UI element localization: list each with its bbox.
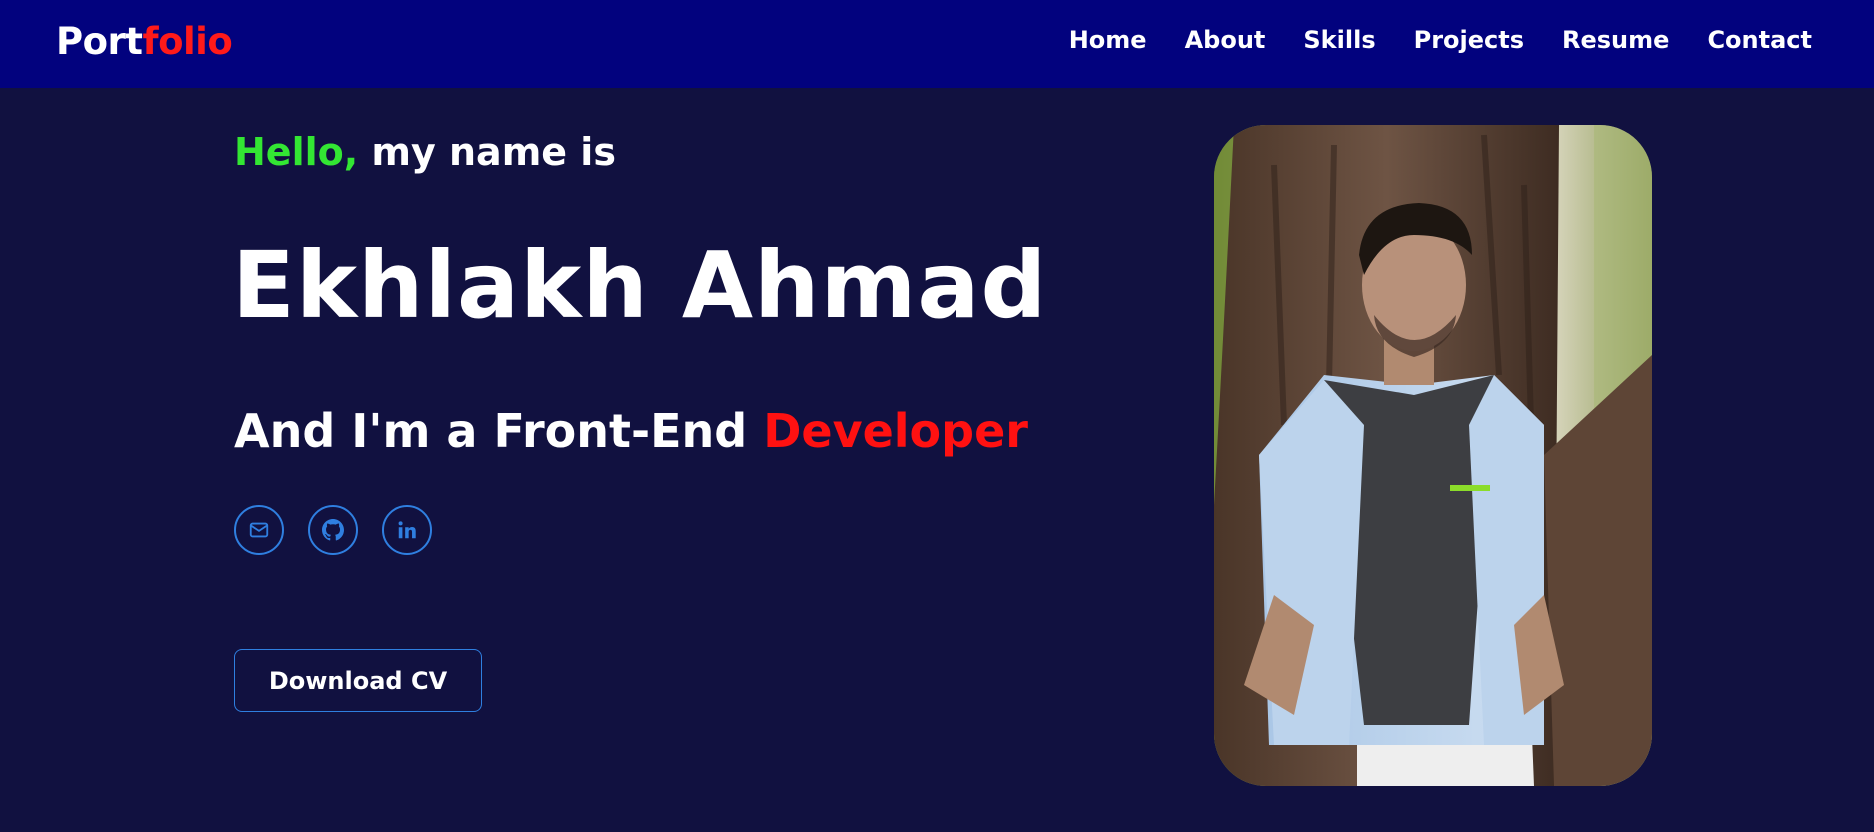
github-link[interactable] [308,505,358,555]
role-prefix: And I'm a Front-End [234,404,764,458]
hero-role: And I'm a Front-End Developer [234,404,1028,458]
nav-link-home[interactable]: Home [1069,26,1147,54]
nav-link-projects[interactable]: Projects [1414,26,1524,54]
profile-photo [1214,125,1652,786]
logo-text-part1: Port [56,20,143,63]
navbar: Portfolio Home About Skills Projects Res… [0,0,1874,88]
nav-link-skills[interactable]: Skills [1303,26,1375,54]
greeting-accent: Hello, [234,130,359,174]
github-icon [322,519,344,541]
mail-icon [249,522,269,538]
linkedin-link[interactable] [382,505,432,555]
email-link[interactable] [234,505,284,555]
greeting: Hello, my name is [234,130,616,174]
nav-link-about[interactable]: About [1185,26,1266,54]
nav-link-resume[interactable]: Resume [1562,26,1669,54]
nav-links: Home About Skills Projects Resume Contac… [1069,26,1812,54]
hero-name: Ekhlakh Ahmad [232,232,1048,339]
logo[interactable]: Portfolio [56,20,233,63]
greeting-rest: my name is [358,130,616,174]
profile-photo-illustration [1214,125,1652,786]
social-links [234,505,432,555]
nav-link-contact[interactable]: Contact [1707,26,1812,54]
linkedin-icon [398,521,416,539]
logo-text-part2: folio [142,20,233,63]
download-cv-button[interactable]: Download CV [234,649,482,712]
role-accent: Developer [763,404,1028,458]
